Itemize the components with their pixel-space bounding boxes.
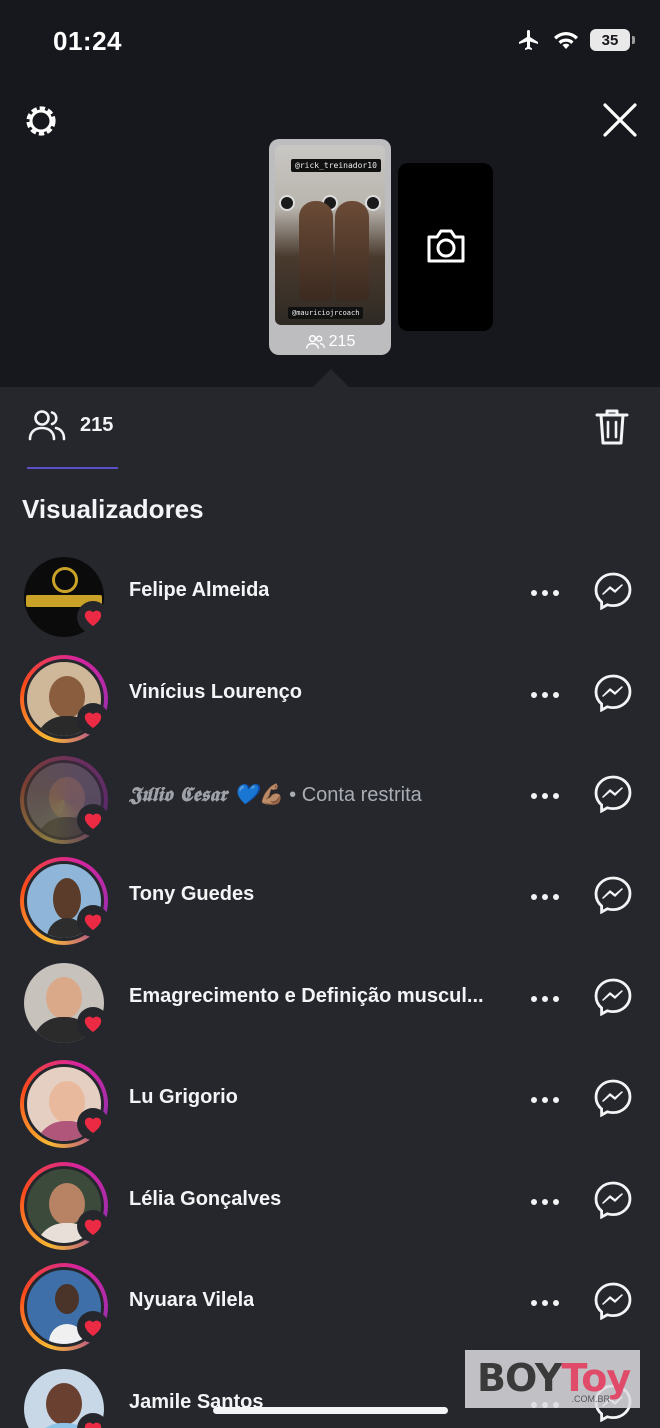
story-view-count-number: 215 xyxy=(328,333,356,350)
viewer-name[interactable]: Nyuara Vilela xyxy=(129,1289,254,1312)
add-story-camera-tile[interactable] xyxy=(398,163,493,331)
more-options-icon[interactable] xyxy=(529,786,561,806)
heart-icon xyxy=(84,1320,102,1337)
viewer-row[interactable]: Lu Grigorio xyxy=(0,1060,660,1161)
liked-heart-badge xyxy=(77,1210,109,1242)
viewer-name[interactable]: Felipe Almeida xyxy=(129,579,269,602)
story-preview-area: 01:24 35 @rick_treinador10 @mauriciojrco… xyxy=(0,0,660,388)
status-icons: 35 xyxy=(516,28,635,52)
viewer-name[interactable]: Tony Guedes xyxy=(129,883,254,906)
viewer-name[interactable]: 𝕵𝖚́𝖑𝖎𝖔 𝕮𝖊𝖘𝖆𝖗 💙💪🏽 • Conta restrita xyxy=(129,782,422,807)
camera-icon xyxy=(427,229,465,263)
viewer-row[interactable]: Felipe Almeida xyxy=(0,553,660,654)
messenger-icon[interactable] xyxy=(594,572,632,610)
story-person xyxy=(299,201,333,301)
viewer-name[interactable]: Vinícius Lourenço xyxy=(129,681,302,704)
heart-icon xyxy=(84,712,102,729)
watermark-domain: .COM.BR xyxy=(571,1394,610,1404)
messenger-icon[interactable] xyxy=(594,775,632,813)
viewer-name[interactable]: Lélia Gonçalves xyxy=(129,1188,281,1211)
viewers-count: 215 xyxy=(80,413,114,436)
viewer-row[interactable]: Vinícius Lourenço xyxy=(0,655,660,756)
home-indicator xyxy=(213,1407,448,1414)
heart-icon xyxy=(84,914,102,931)
status-time: 01:24 xyxy=(53,26,122,56)
heart-icon xyxy=(84,813,102,830)
liked-heart-badge xyxy=(77,804,109,836)
tab-active-indicator xyxy=(27,467,118,469)
people-icon xyxy=(28,410,66,441)
messenger-icon[interactable] xyxy=(594,978,632,1016)
viewer-row[interactable]: 𝕵𝖚́𝖑𝖎𝖔 𝕮𝖊𝖘𝖆𝖗 💙💪🏽 • Conta restrita xyxy=(0,756,660,857)
messenger-icon[interactable] xyxy=(594,876,632,914)
restricted-label: • Conta restrita xyxy=(283,784,422,806)
heart-icon xyxy=(84,1016,102,1033)
heart-icon xyxy=(84,1422,102,1428)
liked-heart-badge xyxy=(77,1108,109,1140)
viewers-sheet: 215 Visualizadores Felipe Almeida Viníci… xyxy=(0,387,660,1428)
more-options-icon[interactable] xyxy=(529,1090,561,1110)
story-thumbnail[interactable]: @rick_treinador10 @mauriciojrcoach 215 xyxy=(269,139,391,355)
wifi-icon xyxy=(554,32,578,49)
viewer-row[interactable]: Tony Guedes xyxy=(0,857,660,958)
viewer-name[interactable]: Emagrecimento e Definição muscul... xyxy=(129,985,484,1008)
messenger-icon[interactable] xyxy=(594,674,632,712)
viewer-row[interactable]: Lélia Gonçalves xyxy=(0,1162,660,1263)
more-options-icon[interactable] xyxy=(529,989,561,1009)
story-mention-top: @rick_treinador10 xyxy=(291,159,381,172)
heart-icon xyxy=(84,1219,102,1236)
section-title-viewers: Visualizadores xyxy=(22,494,204,524)
messenger-icon[interactable] xyxy=(594,1282,632,1320)
battery-indicator: 35 xyxy=(590,29,635,51)
story-mention-bottom: @mauriciojrcoach xyxy=(288,307,364,319)
more-options-icon[interactable] xyxy=(529,1293,561,1313)
more-options-icon[interactable] xyxy=(529,685,561,705)
messenger-icon[interactable] xyxy=(594,1079,632,1117)
trash-icon[interactable] xyxy=(594,407,630,447)
liked-heart-badge xyxy=(77,1007,109,1039)
more-options-icon[interactable] xyxy=(529,1192,561,1212)
viewer-name[interactable]: Lu Grigorio xyxy=(129,1086,238,1109)
liked-heart-badge xyxy=(77,703,109,735)
viewer-row[interactable]: Emagrecimento e Definição muscul... xyxy=(0,959,660,1060)
messenger-icon[interactable] xyxy=(594,1181,632,1219)
gym-logo xyxy=(365,195,381,211)
tab-viewers[interactable]: 215 xyxy=(28,409,113,441)
watermark: BOYToy .COM.BR xyxy=(465,1350,640,1408)
story-person xyxy=(335,201,369,301)
people-icon xyxy=(305,335,325,349)
heart-icon xyxy=(84,1117,102,1134)
gym-logo xyxy=(279,195,295,211)
settings-gear-icon[interactable] xyxy=(22,102,60,140)
heart-icon xyxy=(84,610,102,627)
story-view-count: 215 xyxy=(269,333,391,351)
close-icon[interactable] xyxy=(600,100,640,140)
viewer-row[interactable]: Nyuara Vilela xyxy=(0,1263,660,1364)
more-options-icon[interactable] xyxy=(529,583,561,603)
liked-heart-badge xyxy=(77,1311,109,1343)
more-options-icon[interactable] xyxy=(529,887,561,907)
airplane-icon xyxy=(519,30,538,50)
liked-heart-badge xyxy=(77,905,109,937)
liked-heart-badge xyxy=(77,601,109,633)
selected-pointer xyxy=(312,369,350,388)
